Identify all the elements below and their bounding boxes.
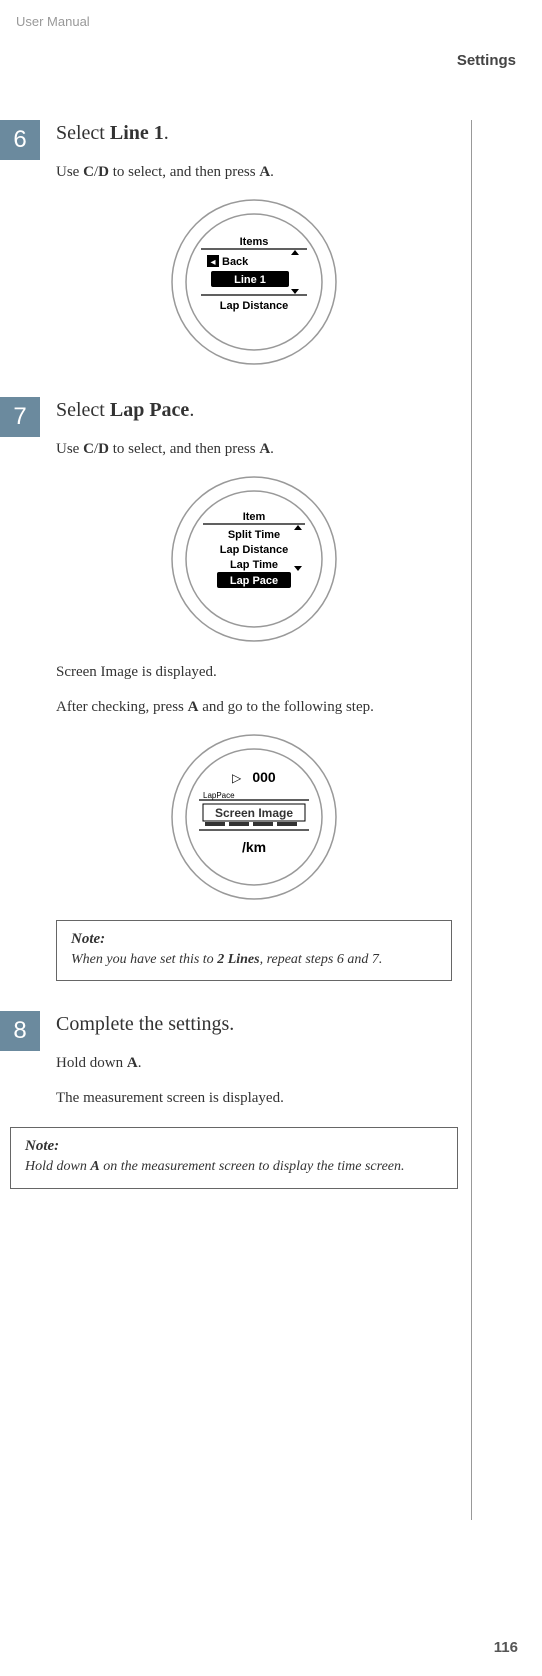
text: . bbox=[138, 1055, 142, 1071]
unit-km: /km bbox=[242, 839, 266, 855]
text: . bbox=[189, 399, 194, 421]
text-bold: A bbox=[188, 699, 199, 715]
menu-item-line1: Line 1 bbox=[234, 274, 266, 286]
step-number-7: 7 bbox=[0, 397, 40, 437]
section-title: Settings bbox=[457, 52, 516, 69]
note-text: Hold down A on the measurement screen to… bbox=[25, 1159, 405, 1174]
text: Select bbox=[56, 122, 110, 144]
menu-item-lap-distance: Lap Distance bbox=[220, 544, 288, 556]
menu-item-split-time: Split Time bbox=[228, 529, 280, 541]
step-7-instruction: Use C/D to select, and then press A. bbox=[56, 439, 452, 460]
label-lappace: LapPace bbox=[203, 791, 235, 800]
page-number: 116 bbox=[494, 1639, 518, 1656]
text-bold: A bbox=[259, 164, 270, 180]
step-7: 7 Select Lap Pace. Use C/D to select, an… bbox=[0, 397, 542, 981]
text-bold: C bbox=[83, 441, 94, 457]
bar-segment bbox=[253, 822, 273, 826]
note-label: Note: bbox=[71, 931, 437, 948]
text: on the measurement screen to display the… bbox=[100, 1159, 405, 1174]
step-number-6: 6 bbox=[0, 120, 40, 160]
text: . bbox=[270, 164, 274, 180]
text-bold: Line 1 bbox=[110, 122, 164, 144]
menu-header: Item bbox=[243, 511, 266, 523]
text-bold: Lap Pace bbox=[110, 399, 189, 421]
device-screen-items: Items ◂ Back Line 1 Lap Distance bbox=[169, 197, 339, 367]
device-screen-image: ▷ 000 LapPace Screen Image /km bbox=[169, 732, 339, 902]
step-7-title: Select Lap Pace. bbox=[56, 397, 452, 423]
text: When you have set this to bbox=[71, 952, 217, 967]
text-bold: A bbox=[127, 1055, 138, 1071]
text-bold: D bbox=[98, 164, 109, 180]
step-7-text1: Screen Image is displayed. bbox=[56, 662, 452, 683]
text: Use bbox=[56, 441, 83, 457]
bar-segment bbox=[229, 822, 249, 826]
text-bold: C bbox=[83, 164, 94, 180]
value-000: 000 bbox=[252, 769, 276, 785]
text: . bbox=[270, 441, 274, 457]
text: , repeat steps 6 and 7. bbox=[260, 952, 383, 967]
text: Hold down bbox=[25, 1159, 90, 1174]
step-7-text2: After checking, press A and go to the fo… bbox=[56, 697, 452, 718]
step-8: 8 Complete the settings. Hold down A. Th… bbox=[0, 1011, 542, 1188]
note-label: Note: bbox=[25, 1138, 443, 1155]
step-8-instruction: Hold down A. bbox=[56, 1053, 452, 1074]
text: to select, and then press bbox=[109, 441, 259, 457]
step-6-title: Select Line 1. bbox=[56, 120, 452, 146]
text-bold: A bbox=[259, 441, 270, 457]
step-8-title: Complete the settings. bbox=[56, 1011, 452, 1037]
step-number-8: 8 bbox=[0, 1011, 40, 1051]
back-icon-arrow: ◂ bbox=[210, 257, 215, 268]
bar-segment bbox=[205, 822, 225, 826]
menu-header: Items bbox=[240, 236, 269, 248]
note-box-step8: Note: Hold down A on the measurement scr… bbox=[10, 1127, 458, 1188]
text: . bbox=[164, 122, 169, 144]
screen-image-text: Screen Image bbox=[215, 806, 293, 820]
menu-item-back: Back bbox=[222, 256, 249, 268]
text: Select bbox=[56, 399, 110, 421]
text-bold: 2 Lines bbox=[217, 952, 259, 967]
text-bold: A bbox=[90, 1159, 99, 1174]
text: After checking, press bbox=[56, 699, 188, 715]
bar-segment bbox=[277, 822, 297, 826]
device-screen-item: Item Split Time Lap Distance Lap Time La… bbox=[169, 474, 339, 644]
text: and go to the following step. bbox=[198, 699, 373, 715]
page-content: 6 Select Line 1. Use C/D to select, and … bbox=[0, 120, 542, 1219]
note-text: When you have set this to 2 Lines, repea… bbox=[71, 952, 382, 967]
step-6: 6 Select Line 1. Use C/D to select, and … bbox=[0, 120, 542, 367]
menu-item-lap-time: Lap Time bbox=[230, 559, 278, 571]
text-bold: D bbox=[98, 441, 109, 457]
menu-item-lap-distance: Lap Distance bbox=[220, 300, 288, 312]
menu-item-lap-pace: Lap Pace bbox=[230, 575, 278, 587]
doc-title: User Manual bbox=[16, 14, 90, 29]
text: Hold down bbox=[56, 1055, 127, 1071]
step-6-instruction: Use C/D to select, and then press A. bbox=[56, 162, 452, 183]
play-icon: ▷ bbox=[232, 771, 242, 785]
text: Use bbox=[56, 164, 83, 180]
step-8-text1: The measurement screen is displayed. bbox=[56, 1088, 452, 1109]
text: to select, and then press bbox=[109, 164, 259, 180]
note-box-step7: Note: When you have set this to 2 Lines,… bbox=[56, 920, 452, 981]
